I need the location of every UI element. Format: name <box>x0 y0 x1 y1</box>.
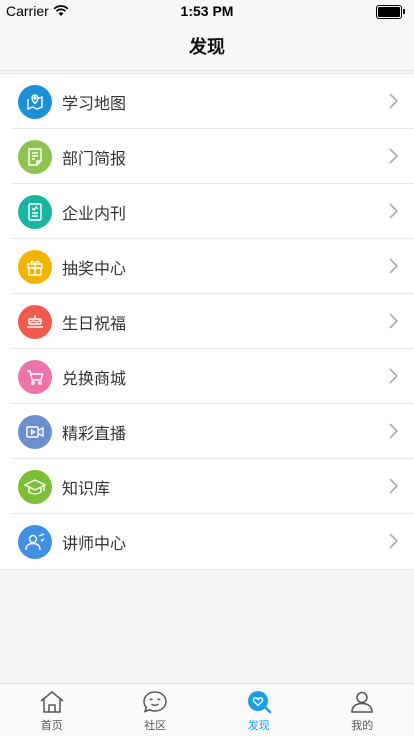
discover-menu: 学习地图 部门简报 企业内刊 抽奖中心 生日祝福 兑换商城 精彩直播 知识库 讲… <box>0 73 414 570</box>
menu-icon-circle <box>18 249 52 284</box>
menu-item-live-stream[interactable]: 精彩直播 <box>0 404 414 459</box>
menu-icon-circle <box>18 139 52 174</box>
tab-label: 首页 <box>40 719 63 732</box>
menu-item-label: 生日祝福 <box>62 313 127 333</box>
menu-item-label: 精彩直播 <box>62 423 127 443</box>
home-icon <box>40 691 64 713</box>
video-icon <box>26 425 44 438</box>
menu-item-label: 抽奖中心 <box>62 258 127 278</box>
tab-home[interactable]: 首页 <box>0 684 104 736</box>
chevron-right-icon <box>389 313 398 329</box>
tab-discover[interactable]: 发现 <box>207 684 311 736</box>
chevron-right-icon <box>389 423 398 439</box>
tab-label: 发现 <box>247 719 270 732</box>
menu-icon-circle <box>18 359 52 394</box>
chevron-right-icon <box>389 533 398 549</box>
menu-item-internal-journal[interactable]: 企业内刊 <box>0 184 414 239</box>
chevron-right-icon <box>389 93 398 109</box>
battery-tip <box>403 9 405 14</box>
status-bar: Carrier 1:53 PM <box>0 0 414 22</box>
chevron-right-icon <box>389 148 398 164</box>
discover-icon <box>247 691 271 714</box>
menu-item-learning-map[interactable]: 学习地图 <box>0 74 414 129</box>
menu-icon-circle <box>18 469 52 504</box>
menu-item-birthday-wishes[interactable]: 生日祝福 <box>0 294 414 349</box>
chevron-right-icon <box>389 368 398 384</box>
battery-icon <box>376 5 405 19</box>
lecturer-icon <box>25 532 45 550</box>
menu-item-label: 知识库 <box>62 478 111 498</box>
menu-item-label: 部门简报 <box>62 148 127 168</box>
tab-bar: 首页 社区 发现 我的 <box>0 683 414 736</box>
tab-label: 我的 <box>351 719 374 732</box>
cart-icon <box>27 369 44 385</box>
menu-icon-circle <box>18 194 52 229</box>
cake-icon <box>27 314 43 328</box>
menu-item-exchange-mall[interactable]: 兑换商城 <box>0 349 414 404</box>
menu-item-lottery-center[interactable]: 抽奖中心 <box>0 239 414 294</box>
menu-item-label: 讲师中心 <box>62 533 127 553</box>
magazine-icon <box>28 202 42 221</box>
menu-icon-circle <box>18 524 52 559</box>
nav-bar: 发现 <box>0 22 414 71</box>
menu-item-knowledge-base[interactable]: 知识库 <box>0 459 414 514</box>
page-title: 发现 <box>189 37 225 58</box>
menu-item-label: 企业内刊 <box>62 203 127 223</box>
community-icon <box>143 691 168 713</box>
chevron-right-icon <box>389 203 398 219</box>
menu-item-label: 兑换商城 <box>62 368 127 388</box>
gift-icon <box>27 260 43 276</box>
tab-community[interactable]: 社区 <box>104 684 208 736</box>
menu-item-label: 学习地图 <box>62 93 127 113</box>
report-icon <box>28 147 42 166</box>
menu-item-lecturer-center[interactable]: 讲师中心 <box>0 514 414 569</box>
chevron-right-icon <box>389 258 398 274</box>
status-time: 1:53 PM <box>180 3 234 19</box>
map-icon <box>27 93 43 110</box>
profile-icon <box>351 691 374 713</box>
menu-icon-circle <box>18 414 52 449</box>
menu-icon-circle <box>18 304 52 339</box>
graduation-cap-icon <box>24 478 46 495</box>
tab-label: 社区 <box>144 719 167 732</box>
battery-fill <box>378 7 400 17</box>
menu-icon-circle <box>18 84 52 119</box>
tab-profile[interactable]: 我的 <box>311 684 414 736</box>
menu-item-department-brief[interactable]: 部门简报 <box>0 129 414 184</box>
chevron-right-icon <box>389 478 398 494</box>
